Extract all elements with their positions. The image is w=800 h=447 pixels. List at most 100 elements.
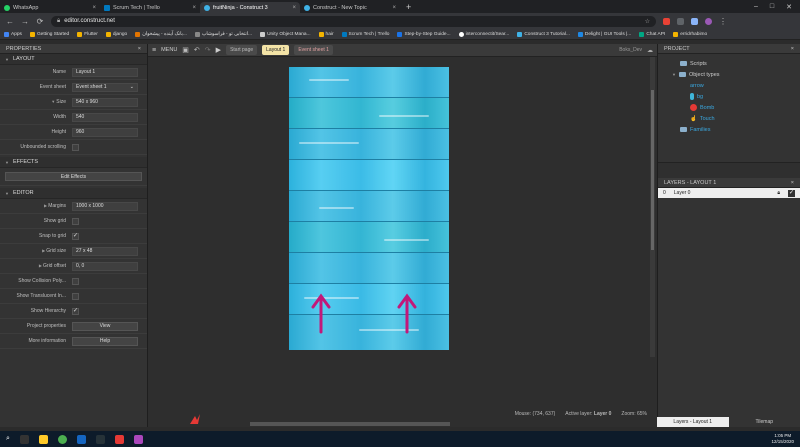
tree-object-bomb[interactable]: Bomb [672, 102, 800, 113]
close-icon[interactable]: × [392, 5, 396, 11]
translucent-checkbox[interactable] [72, 292, 79, 300]
editor-section-header[interactable]: ▼ EDITOR [0, 188, 147, 199]
app-icon[interactable] [114, 434, 124, 444]
unbounded-checkbox[interactable] [72, 143, 79, 151]
app-icon[interactable] [76, 434, 86, 444]
collision-checkbox[interactable] [72, 277, 79, 285]
browser-tab-construct-topic[interactable]: Construct - New Topic × [300, 2, 400, 13]
extension-icon[interactable] [691, 17, 698, 25]
bookmark-item[interactable]: Scrum Tech | Trello [341, 31, 389, 37]
browser-tab-trello[interactable]: Scrum Tech | Trello × [100, 2, 200, 13]
search-icon[interactable]: ⌕ [6, 435, 10, 443]
tab-start-page[interactable]: Start page [226, 45, 258, 55]
redo-icon[interactable]: ↷ [205, 46, 211, 54]
bookmark-item[interactable]: interconnectit/Sear... [458, 31, 509, 37]
new-tab-button[interactable]: + [400, 2, 417, 13]
back-icon[interactable]: ← [6, 17, 14, 26]
browser-tab-whatsapp[interactable]: WhatsApp × [0, 2, 100, 13]
more-menu-icon[interactable]: ⋮ [719, 17, 727, 26]
profile-avatar[interactable] [705, 17, 712, 25]
hierarchy-checkbox[interactable]: ✓ [72, 307, 79, 315]
view-button[interactable]: View [72, 321, 138, 331]
name-field[interactable]: Layout 1 [72, 67, 138, 77]
margins-field[interactable]: 1000 x 1000 [72, 201, 138, 211]
tree-object-bg[interactable]: bg [672, 91, 800, 102]
lock-icon[interactable]: 🔒︎ [777, 190, 780, 196]
help-button[interactable]: Help [72, 336, 138, 346]
snap-to-grid-checkbox[interactable]: ✓ [72, 232, 79, 240]
layout-canvas-area[interactable] [148, 57, 657, 427]
whatsapp-icon [4, 4, 10, 11]
bookmark-item[interactable]: erridrhabimo [673, 31, 707, 37]
star-icon[interactable]: ☆ [645, 18, 650, 25]
undo-icon[interactable]: ↶ [194, 46, 200, 54]
tree-object-touch[interactable]: ☝ Touch [672, 113, 800, 124]
chrome-icon[interactable] [57, 434, 67, 444]
tree-folder-families[interactable]: Families [672, 124, 800, 135]
maximize-icon[interactable]: □ [770, 3, 774, 10]
active-layer-status: Active layer: Layer 0 [565, 411, 612, 417]
tree-object-arrow[interactable]: arrow [672, 80, 800, 91]
reload-icon[interactable]: ⟳ [36, 17, 44, 26]
bookmark-item[interactable]: Flutter [77, 31, 98, 37]
close-icon[interactable]: × [192, 5, 196, 11]
vertical-scrollbar-thumb[interactable] [651, 90, 654, 250]
tab-tilemap[interactable]: Tilemap [728, 417, 800, 427]
url-input[interactable]: 🔒︎ editor.construct.net ☆ [51, 15, 656, 27]
close-window-icon[interactable]: ✕ [786, 3, 792, 11]
tab-layout-1[interactable]: Layout 1 [262, 45, 290, 55]
layout-section-header[interactable]: ▼ LAYOUT [0, 54, 147, 65]
menu-button[interactable]: MENU [161, 47, 177, 53]
bookmark-item[interactable]: Construct 3 Tutorial... [517, 31, 570, 37]
horizontal-scrollbar[interactable] [250, 422, 450, 426]
bookmark-item[interactable]: انتخابی تو - فراسوشاپ... [194, 31, 252, 37]
bookmark-apps[interactable]: Apps [4, 31, 22, 37]
cloud-icon[interactable]: ☁ [647, 47, 653, 54]
arrow-sprite[interactable] [311, 293, 331, 334]
menu-icon[interactable]: ≡ [152, 47, 156, 54]
size-field[interactable]: 540 x 960 [72, 97, 138, 107]
close-icon[interactable]: × [292, 5, 296, 11]
project-tree: Scripts ▼ Object types arrow bg Bomb ☝ Tou… [658, 54, 800, 162]
close-icon[interactable]: × [138, 46, 141, 52]
bookmark-item[interactable]: Getting Started [29, 31, 69, 37]
task-view-icon[interactable] [19, 434, 29, 444]
play-icon[interactable]: ▶ [216, 46, 221, 54]
effects-section-header[interactable]: ▼ EFFECTS [0, 157, 147, 168]
minimize-icon[interactable]: – [754, 3, 758, 10]
app-icon[interactable] [133, 434, 143, 444]
bookmark-item[interactable]: Delight | GUI Tools |... [577, 31, 631, 37]
width-field[interactable]: 540 [72, 112, 138, 122]
bookmark-item[interactable]: django [105, 31, 127, 37]
bookmark-item[interactable]: Step-by-Step Guide... [397, 31, 451, 37]
bookmark-item[interactable]: hair [318, 31, 334, 37]
file-explorer-icon[interactable] [38, 434, 48, 444]
event-sheet-select[interactable]: Event sheet 1 ⌄ [72, 82, 138, 92]
bookmark-item[interactable]: Unity Object Mana... [260, 31, 311, 37]
save-icon[interactable]: ▣ [182, 46, 189, 54]
extension-icon[interactable] [663, 17, 670, 25]
edit-effects-button[interactable]: Edit Effects [5, 172, 142, 181]
layout-background-sprite[interactable] [289, 67, 449, 350]
close-icon[interactable]: × [791, 46, 794, 52]
steam-icon[interactable] [95, 434, 105, 444]
arrow-sprite[interactable] [397, 293, 417, 334]
tree-folder-scripts[interactable]: Scripts [672, 58, 800, 69]
browser-tab-construct-active[interactable]: fruitNinja - Construct 3 × [200, 2, 300, 13]
layer-row[interactable]: 0 Layer 0 🔒︎ ✓ [658, 188, 800, 198]
grid-offset-field[interactable]: 0, 0 [72, 261, 138, 271]
close-icon[interactable]: × [92, 5, 96, 11]
system-clock[interactable]: 1:05 PM 12/15/2020 [771, 433, 794, 445]
extension-icon[interactable] [677, 17, 684, 25]
bookmark-item[interactable]: بانک آینده - پیشخوان... [135, 31, 187, 37]
tree-folder-object-types[interactable]: ▼ Object types [672, 69, 800, 80]
tab-layers[interactable]: Layers - Layout 1 [657, 417, 729, 427]
grid-size-field[interactable]: 27 x 48 [72, 246, 138, 256]
close-icon[interactable]: × [791, 180, 794, 186]
tab-event-sheet-1[interactable]: Event sheet 1 [294, 45, 333, 55]
height-field[interactable]: 960 [72, 127, 138, 137]
layer-visible-checkbox[interactable]: ✓ [788, 189, 795, 197]
bookmark-item[interactable]: Chat API [639, 31, 665, 37]
show-grid-checkbox[interactable] [72, 217, 79, 225]
forward-icon[interactable]: → [21, 17, 29, 26]
